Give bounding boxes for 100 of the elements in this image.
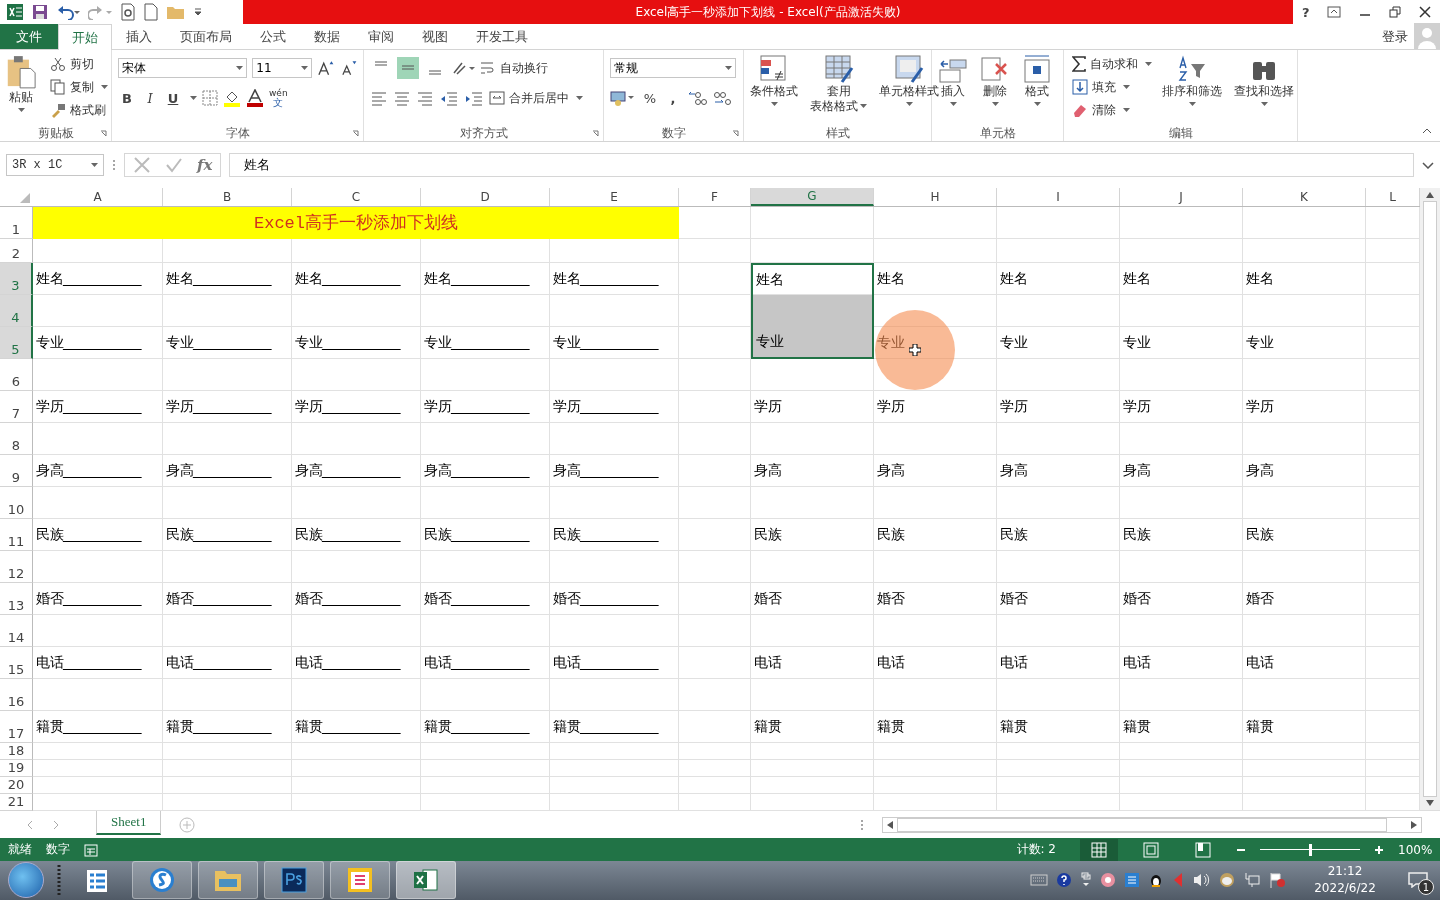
format-painter-button[interactable]: 格式刷 — [50, 100, 108, 121]
new-document-icon[interactable] — [144, 3, 158, 22]
volume-icon[interactable] — [1192, 872, 1210, 889]
bold-button[interactable]: B — [118, 88, 136, 109]
taskbar-app-icon[interactable] — [264, 861, 324, 900]
merge-center-button[interactable]: 合并后居中 — [489, 88, 583, 109]
sign-in-link[interactable]: 登录 — [1382, 27, 1408, 46]
vertical-scrollbar[interactable] — [1420, 187, 1440, 810]
find-select-button[interactable]: 查找和选择 — [1232, 54, 1296, 126]
normal-view-icon[interactable] — [1080, 838, 1118, 861]
autosum-button[interactable]: 自动求和 — [1072, 54, 1152, 75]
scroll-up-icon[interactable] — [1426, 191, 1434, 198]
percent-button[interactable]: % — [641, 88, 659, 109]
decrease-decimal-icon[interactable] — [712, 90, 732, 107]
italic-button[interactable]: I — [141, 88, 159, 109]
undo-icon[interactable] — [56, 4, 80, 21]
row-header[interactable]: 16 — [0, 678, 33, 711]
underline-button[interactable]: U — [164, 88, 182, 109]
row-header[interactable]: 13 — [0, 582, 33, 615]
dialog-launcher-icon[interactable] — [100, 130, 107, 138]
insert-function-button[interactable]: fx — [197, 156, 213, 175]
row-header[interactable]: 21 — [0, 793, 33, 811]
cell-styles-button[interactable]: 单元格样式 — [877, 54, 941, 126]
customize-toolbar-icon[interactable] — [194, 7, 202, 18]
help-icon[interactable] — [1056, 872, 1072, 889]
row-header[interactable]: 19 — [0, 759, 33, 777]
row-header[interactable]: 4 — [0, 294, 33, 327]
start-button[interactable] — [8, 862, 44, 899]
row-header[interactable]: 12 — [0, 550, 33, 583]
row-header[interactable]: 18 — [0, 742, 33, 760]
scroll-left-icon[interactable] — [887, 820, 893, 829]
ribbon-tab[interactable]: 开始 — [58, 24, 112, 51]
ribbon-display-icon[interactable] — [1327, 6, 1342, 19]
scroll-down-icon[interactable] — [1426, 799, 1434, 806]
file-tab[interactable]: 文件 — [0, 24, 58, 50]
wrap-text-button[interactable]: 自动换行 — [480, 58, 548, 79]
row-header[interactable]: 20 — [0, 776, 33, 794]
ribbon-tab[interactable]: 插入 — [112, 24, 166, 50]
print-preview-icon[interactable] — [120, 3, 136, 22]
row-header[interactable]: 8 — [0, 422, 33, 455]
row-header[interactable]: 10 — [0, 486, 33, 519]
expand-formula-icon[interactable] — [1422, 161, 1434, 170]
format-cells-button[interactable]: 格式 — [1020, 54, 1054, 126]
notification-button[interactable]: 1 — [1402, 865, 1434, 896]
sheet-tab[interactable]: Sheet1 — [96, 810, 162, 835]
scroll-right-icon[interactable] — [1411, 820, 1417, 829]
copy-button[interactable]: 复制 — [50, 77, 108, 98]
shrink-font-icon[interactable] — [339, 60, 357, 77]
penguin-icon[interactable] — [1148, 872, 1164, 889]
increase-decimal-icon[interactable] — [687, 90, 707, 107]
font-color-icon[interactable] — [246, 89, 264, 108]
list-app-icon[interactable] — [1124, 872, 1140, 889]
vertical-align-icon[interactable] — [397, 57, 419, 80]
clock-time[interactable]: 21:12 — [1327, 863, 1363, 881]
formula-input[interactable]: 姓名 — [229, 153, 1414, 178]
sort-filter-button[interactable]: 排序和筛选 — [1160, 54, 1224, 126]
macro-record-icon[interactable] — [84, 842, 98, 857]
ribbon-tab[interactable]: 视图 — [408, 24, 462, 50]
row-header[interactable]: 3 — [0, 262, 33, 295]
row-header[interactable]: 6 — [0, 358, 33, 391]
ribbon-tab[interactable]: 公式 — [246, 24, 300, 50]
row-header[interactable]: 17 — [0, 710, 33, 743]
row-header[interactable]: 5 — [0, 326, 33, 359]
phonetic-guide-button[interactable]: wén 文 — [269, 89, 288, 108]
help-button[interactable]: ? — [1301, 4, 1310, 20]
zoom-level[interactable]: 100% — [1398, 842, 1432, 857]
row-header[interactable]: 2 — [0, 238, 33, 263]
comma-style-button[interactable]: , — [664, 88, 682, 109]
increase-indent-icon[interactable] — [464, 90, 484, 107]
fill-color-icon[interactable] — [223, 89, 241, 108]
number-format-dropdown[interactable]: 常规 — [610, 58, 736, 79]
fill-button[interactable]: 填充 — [1072, 77, 1152, 98]
conditional-formatting-button[interactable]: 条件格式 — [748, 54, 800, 126]
taskbar-app-icon[interactable] — [396, 861, 456, 900]
taskbar-app-icon[interactable] — [330, 861, 390, 900]
dialog-launcher-icon[interactable] — [592, 130, 599, 138]
ribbon-tab[interactable]: 页面布局 — [166, 24, 246, 50]
zoom-in-icon[interactable] — [1374, 844, 1384, 855]
ribbon-tab[interactable]: 开发工具 — [462, 24, 542, 50]
horizontal-scrollbar[interactable] — [882, 816, 1422, 833]
clear-button[interactable]: 清除 — [1072, 100, 1152, 121]
row-header[interactable]: 15 — [0, 646, 33, 679]
cut-button[interactable]: 剪切 — [50, 54, 108, 75]
row-header[interactable]: 14 — [0, 614, 33, 647]
network-icon[interactable] — [1244, 872, 1260, 889]
grow-font-icon[interactable] — [317, 60, 335, 77]
selected-cell[interactable]: 专业 — [751, 326, 874, 359]
ribbon-tab[interactable]: 数据 — [300, 24, 354, 50]
action-center-icon[interactable] — [1268, 872, 1286, 889]
font-name-dropdown[interactable]: 宋体 — [118, 58, 248, 79]
row-header[interactable]: 7 — [0, 390, 33, 423]
row-header[interactable]: 11 — [0, 518, 33, 551]
dialog-launcher-icon[interactable] — [732, 130, 739, 138]
save-icon[interactable] — [32, 4, 48, 21]
name-box[interactable]: 3R x 1C — [6, 154, 104, 177]
currency-icon[interactable] — [610, 89, 636, 108]
decrease-indent-icon[interactable] — [439, 90, 459, 107]
text-orientation-icon[interactable] — [451, 60, 475, 77]
delete-cells-button[interactable]: 删除 — [978, 54, 1012, 126]
dialog-launcher-icon[interactable] — [352, 130, 359, 138]
